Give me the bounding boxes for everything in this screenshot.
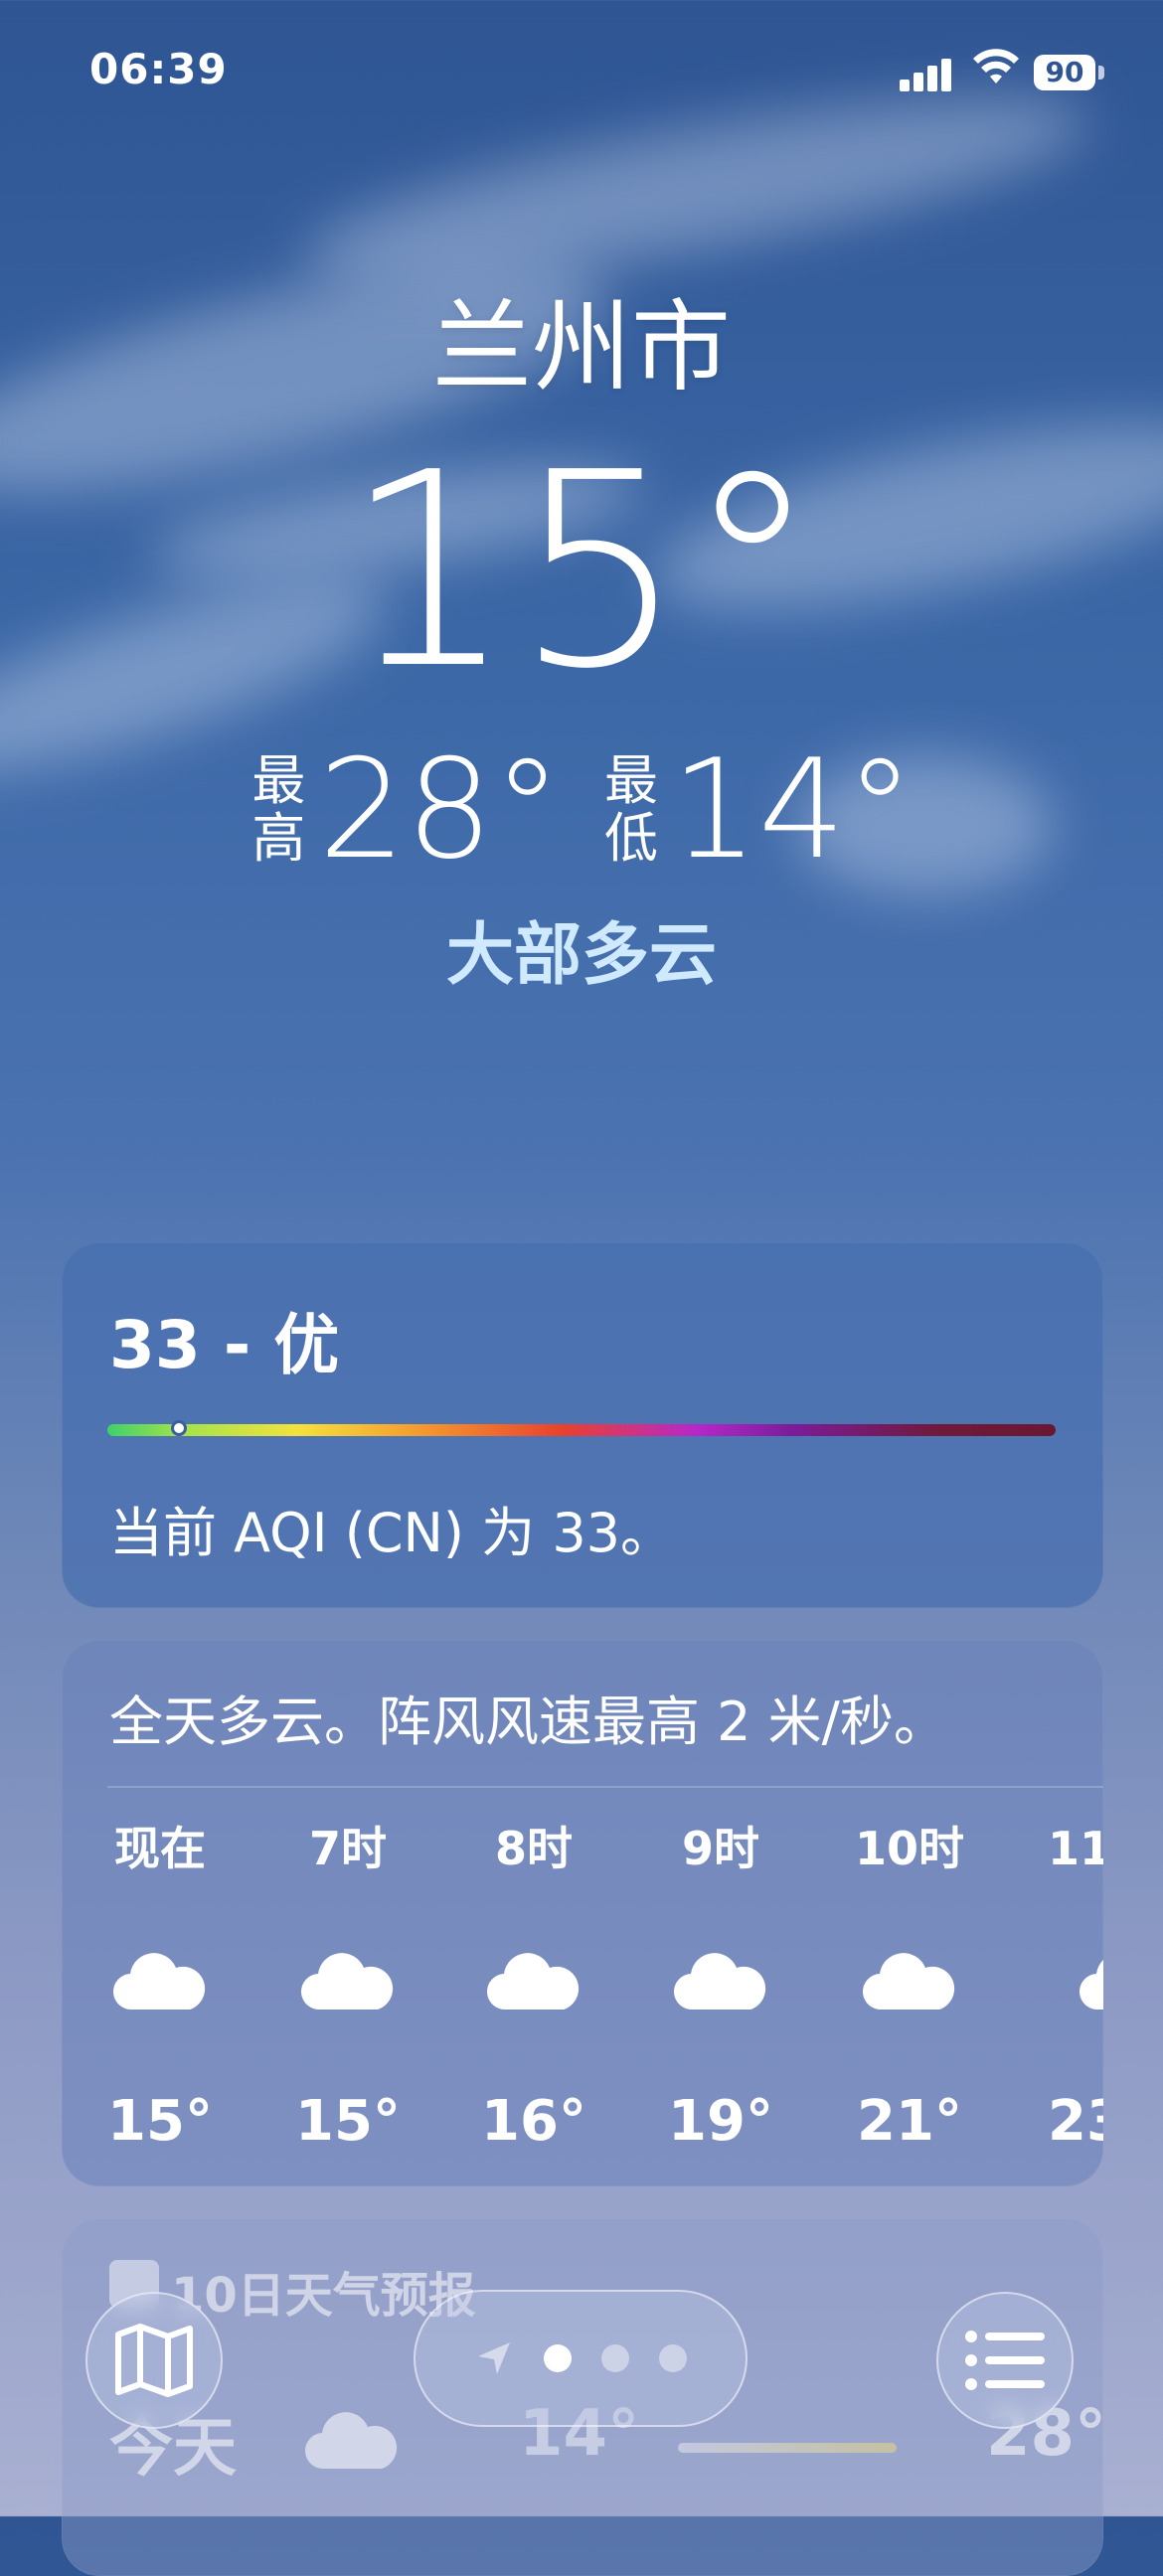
hourly-forecast-card[interactable]: 全天多云。阵风风速最高 2 米/秒。 现在 15° 7时 15° 8时 16° … xyxy=(62,1640,1103,2186)
city-list-button[interactable] xyxy=(936,2292,1074,2429)
aqi-title: 33 - 优 xyxy=(109,1307,340,1383)
hour-label: 11 xyxy=(1048,1822,1103,1875)
hour-label: 8时 xyxy=(494,1822,573,1875)
map-button[interactable] xyxy=(85,2292,223,2429)
low-temp-group: 最低 14° xyxy=(601,735,914,885)
hour-item: 10时 21° xyxy=(835,1819,984,2154)
forecast-temp-range-bar xyxy=(678,2443,897,2453)
cloud-icon xyxy=(304,2412,398,2470)
hour-label: 7时 xyxy=(308,1822,387,1875)
hour-item: 9时 19° xyxy=(646,1819,795,2154)
page-dot[interactable] xyxy=(659,2344,687,2372)
hour-temp: 19° xyxy=(668,2089,773,2154)
hour-temp: 15° xyxy=(107,2089,213,2154)
cloud-icon xyxy=(486,1953,580,2011)
cloud-icon xyxy=(862,1953,955,2011)
cellular-signal-icon xyxy=(900,56,955,91)
hour-temp: 21° xyxy=(857,2089,962,2154)
cloud-icon xyxy=(112,1953,206,2011)
location-arrow-icon xyxy=(478,2342,510,2374)
page-dot-active[interactable] xyxy=(544,2344,572,2372)
hour-temp: 15° xyxy=(295,2089,401,2154)
high-label: 最高 xyxy=(251,749,306,870)
page-indicator[interactable] xyxy=(414,2290,748,2427)
hour-temp: 23 xyxy=(1048,2089,1103,2154)
status-time: 06:39 xyxy=(89,45,228,93)
aqi-scale-bar xyxy=(107,1424,1056,1436)
hour-item: 现在 15° xyxy=(85,1819,235,2154)
hourly-scroll[interactable]: 现在 15° 7时 15° 8时 16° 9时 19° 10时 21° 11 2… xyxy=(62,1640,1103,2186)
weather-condition: 大部多云 xyxy=(445,916,717,995)
cloud-icon xyxy=(673,1953,766,2011)
hour-item: 8时 16° xyxy=(459,1819,608,2154)
high-low-temps: 最高 28° 最低 14° xyxy=(0,735,1163,885)
page-dot[interactable] xyxy=(601,2344,629,2372)
map-icon xyxy=(115,2324,193,2397)
low-value: 14° xyxy=(671,729,914,889)
hour-label: 9时 xyxy=(681,1822,759,1875)
hour-temp: 16° xyxy=(481,2089,586,2154)
high-value: 28° xyxy=(318,729,562,889)
hour-item: 7时 15° xyxy=(273,1819,422,2154)
cloud-icon xyxy=(1079,1959,1103,2011)
hour-label: 现在 xyxy=(114,1822,206,1875)
high-temp-group: 最高 28° xyxy=(249,735,562,885)
wifi-icon xyxy=(973,49,1019,83)
list-icon xyxy=(965,2331,1045,2390)
city-name: 兰州市 xyxy=(432,289,731,405)
hour-label: 10时 xyxy=(854,1822,964,1875)
current-temperature: 15° xyxy=(343,414,820,727)
status-bar: 06:39 90 xyxy=(0,0,1163,149)
air-quality-card[interactable]: 33 - 优 当前 AQI (CN) 为 33。 xyxy=(62,1242,1103,1608)
aqi-indicator-dot xyxy=(171,1420,187,1436)
aqi-description: 当前 AQI (CN) 为 33。 xyxy=(109,1502,675,1564)
low-label: 最低 xyxy=(604,749,658,870)
battery-indicator: 90 xyxy=(1034,55,1104,90)
hour-item: 11 23 xyxy=(1026,1819,1103,2154)
cloud-icon xyxy=(300,1953,394,2011)
